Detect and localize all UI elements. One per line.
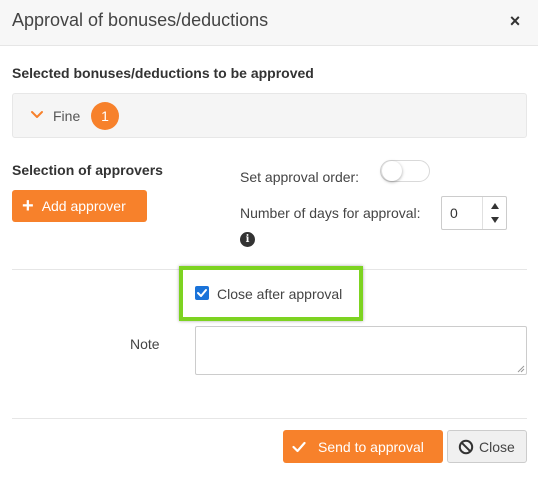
days-value[interactable]: 0 (450, 205, 458, 221)
dialog-header: Approval of bonuses/deductions × (0, 0, 538, 46)
approvers-heading: Selection of approvers (12, 162, 163, 178)
chevron-down-icon[interactable] (29, 107, 45, 123)
add-approver-button[interactable]: + Add approver (12, 190, 147, 222)
close-after-approval-label[interactable]: Close after approval (217, 286, 342, 302)
count-badge: 1 (91, 102, 119, 130)
plus-icon: + (22, 195, 34, 217)
info-icon[interactable]: i (240, 232, 255, 247)
ban-icon (458, 439, 474, 454)
close-label: Close (479, 438, 515, 455)
resize-grip-icon[interactable] (516, 364, 525, 373)
close-icon[interactable]: × (506, 10, 524, 32)
days-for-approval-label: Number of days for approval: (240, 205, 421, 221)
fine-group-row[interactable]: Fine 1 (12, 93, 527, 138)
selected-section-heading: Selected bonuses/deductions to be approv… (12, 65, 314, 81)
footer-divider (12, 418, 527, 419)
days-for-approval-stepper[interactable]: 0 (441, 196, 507, 230)
approval-order-toggle[interactable] (380, 160, 430, 182)
send-to-approval-label: Send to approval (318, 438, 424, 455)
approval-dialog: Approval of bonuses/deductions × Selecte… (0, 0, 538, 477)
note-label: Note (130, 336, 160, 352)
dialog-title: Approval of bonuses/deductions (12, 10, 269, 30)
caret-down-icon[interactable] (490, 215, 500, 225)
send-to-approval-button[interactable]: Send to approval (283, 430, 443, 463)
note-textarea[interactable] (195, 326, 527, 375)
close-after-approval-checkbox[interactable] (195, 286, 209, 300)
approval-order-label: Set approval order: (240, 169, 360, 185)
toggle-knob (382, 161, 402, 181)
checkmark-icon (197, 289, 207, 297)
close-button[interactable]: Close (447, 430, 527, 463)
caret-up-icon[interactable] (490, 201, 500, 211)
fine-group-label: Fine (53, 108, 81, 124)
add-approver-label: Add approver (41, 198, 126, 214)
stepper-arrows (482, 197, 507, 229)
check-icon (292, 441, 306, 452)
